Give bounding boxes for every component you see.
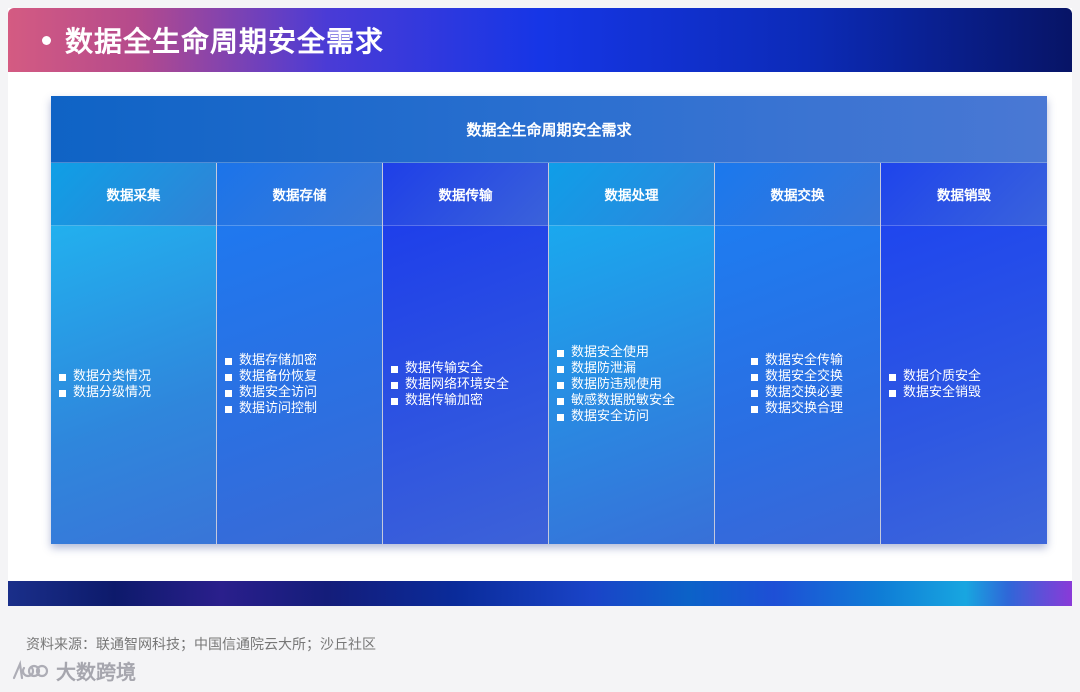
square-bullet-icon [59, 373, 66, 381]
stage-column-collection: 数据采集 数据分类情况 数据分级情况 [51, 163, 217, 544]
square-bullet-icon [391, 365, 398, 373]
list-item: 数据网络环境安全 [391, 377, 509, 393]
slide: 数据全生命周期安全需求 数据全生命周期安全需求 数据采集 数据分类情况 数据分级… [8, 8, 1072, 606]
stage-header: 数据存储 [217, 163, 382, 226]
list-item: 数据访问控制 [225, 401, 317, 417]
stage-column-transmission: 数据传输 数据传输安全 数据网络环境安全 数据传输加密 [383, 163, 549, 544]
list-item: 数据交换必要 [751, 385, 843, 401]
watermark-text: 大数跨境 [56, 660, 136, 684]
stage-body: 数据介质安全 数据安全销毁 [881, 226, 1047, 544]
square-bullet-icon [59, 389, 66, 397]
stage-item-list: 数据分类情况 数据分级情况 [59, 369, 151, 401]
lifecycle-table: 数据全生命周期安全需求 数据采集 数据分类情况 数据分级情况 数据存储 数据存储… [51, 96, 1047, 544]
square-bullet-icon [225, 357, 232, 365]
square-bullet-icon [391, 381, 398, 389]
stage-header: 数据交换 [715, 163, 880, 226]
square-bullet-icon [225, 389, 232, 397]
square-bullet-icon [889, 389, 896, 397]
stage-column-exchange: 数据交换 数据安全传输 数据安全交换 数据交换必要 数据交换合理 [715, 163, 881, 544]
stage-item-list: 数据传输安全 数据网络环境安全 数据传输加密 [391, 361, 509, 409]
stage-column-destruction: 数据销毁 数据介质安全 数据安全销毁 [881, 163, 1047, 544]
list-item: 数据传输安全 [391, 361, 509, 377]
table-header: 数据全生命周期安全需求 [51, 96, 1047, 163]
stage-body: 数据安全传输 数据安全交换 数据交换必要 数据交换合理 [715, 226, 880, 544]
list-item: 数据备份恢复 [225, 369, 317, 385]
stage-item-list: 数据安全使用 数据防泄漏 数据防违规使用 敏感数据脱敏安全 数据安全访问 [557, 345, 675, 425]
stage-item-list: 数据存储加密 数据备份恢复 数据安全访问 数据访问控制 [225, 353, 317, 417]
list-item: 数据防泄漏 [557, 361, 675, 377]
list-item: 数据安全使用 [557, 345, 675, 361]
list-item: 数据介质安全 [889, 369, 981, 385]
list-item: 数据防违规使用 [557, 377, 675, 393]
list-item: 数据交换合理 [751, 401, 843, 417]
square-bullet-icon [557, 349, 564, 357]
square-bullet-icon [391, 397, 398, 405]
stage-body: 数据传输安全 数据网络环境安全 数据传输加密 [383, 226, 548, 544]
stage-body: 数据安全使用 数据防泄漏 数据防违规使用 敏感数据脱敏安全 数据安全访问 [549, 226, 714, 544]
stage-item-list: 数据介质安全 数据安全销毁 [889, 369, 981, 401]
stage-title: 数据交换 [770, 188, 825, 204]
stage-header: 数据处理 [549, 163, 714, 226]
watermark: 大数跨境 [10, 656, 136, 685]
stage-title: 数据处理 [604, 188, 659, 204]
bullet-dot-icon [42, 35, 51, 45]
square-bullet-icon [751, 373, 758, 381]
square-bullet-icon [557, 413, 564, 421]
list-item: 数据安全访问 [557, 409, 675, 425]
stage-column-processing: 数据处理 数据安全使用 数据防泄漏 数据防违规使用 敏感数据脱敏安全 数据安全访… [549, 163, 715, 544]
stage-body: 数据存储加密 数据备份恢复 数据安全访问 数据访问控制 [217, 226, 382, 544]
list-item: 数据安全访问 [225, 385, 317, 401]
stage-item-list: 数据安全传输 数据安全交换 数据交换必要 数据交换合理 [751, 353, 843, 417]
stage-header: 数据传输 [383, 163, 548, 226]
stage-title: 数据销毁 [937, 188, 991, 204]
stage-header: 数据销毁 [881, 163, 1047, 226]
list-item: 数据安全销毁 [889, 385, 981, 401]
list-item: 数据分类情况 [59, 369, 151, 385]
decorative-stripe [8, 581, 1072, 606]
square-bullet-icon [751, 405, 758, 413]
square-bullet-icon [557, 397, 564, 405]
square-bullet-icon [751, 389, 758, 397]
square-bullet-icon [225, 373, 232, 381]
list-item: 敏感数据脱敏安全 [557, 393, 675, 409]
list-item: 数据传输加密 [391, 393, 509, 409]
list-item: 数据安全交换 [751, 369, 843, 385]
stage-title: 数据传输 [438, 188, 493, 204]
list-item: 数据存储加密 [225, 353, 317, 369]
list-item: 数据安全传输 [751, 353, 843, 369]
square-bullet-icon [557, 365, 564, 373]
stage-title: 数据采集 [106, 188, 161, 204]
title-bar: 数据全生命周期安全需求 [8, 8, 1072, 72]
brand-logo-icon [12, 659, 49, 679]
stage-title: 数据存储 [272, 188, 327, 204]
list-item: 数据分级情况 [59, 385, 151, 401]
source-caption: 资料来源：联通智网科技；中国信通院云大所；沙丘社区 [26, 637, 376, 653]
stage-body: 数据分类情况 数据分级情况 [51, 226, 216, 544]
square-bullet-icon [557, 381, 564, 389]
table-header-text: 数据全生命周期安全需求 [466, 120, 632, 139]
slide-title: 数据全生命周期安全需求 [65, 25, 385, 58]
stage-column-storage: 数据存储 数据存储加密 数据备份恢复 数据安全访问 数据访问控制 [217, 163, 383, 544]
square-bullet-icon [225, 405, 232, 413]
stage-header: 数据采集 [51, 163, 216, 226]
square-bullet-icon [751, 357, 758, 365]
square-bullet-icon [889, 373, 896, 381]
